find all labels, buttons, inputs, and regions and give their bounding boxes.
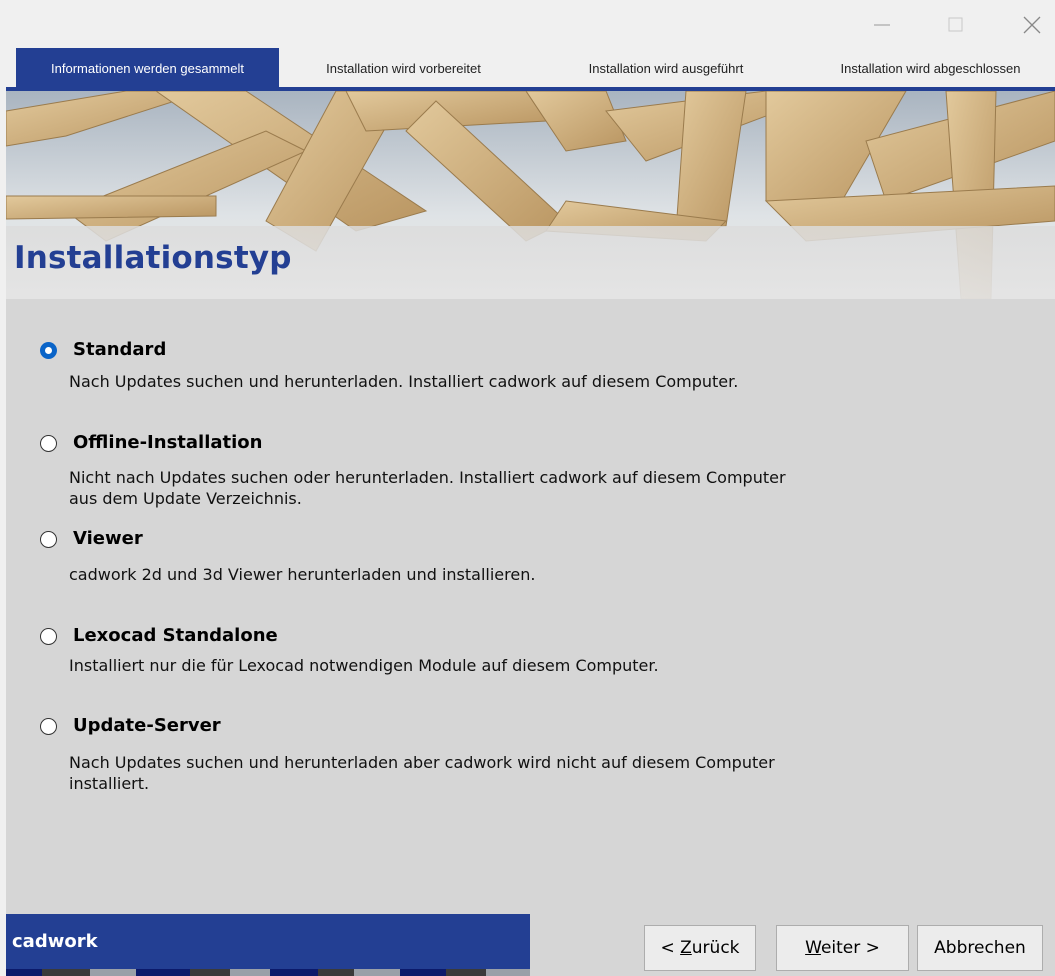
stripe-segment bbox=[136, 969, 190, 976]
title-bar bbox=[6, 0, 1055, 48]
cancel-button[interactable]: Abbrechen bbox=[917, 925, 1043, 971]
radio-lexocad-standalone[interactable] bbox=[40, 628, 57, 645]
option-description: Installiert nur die für Lexocad notwendi… bbox=[69, 656, 659, 675]
close-button[interactable] bbox=[1009, 8, 1055, 42]
installer-window: Informationen werden gesammelt Installat… bbox=[6, 0, 1055, 976]
close-icon bbox=[1023, 16, 1041, 34]
step-preparing: Installation wird vorbereitet bbox=[326, 61, 481, 76]
option-description: Nach Updates suchen und herunterladen. I… bbox=[69, 372, 739, 391]
stripe-segment bbox=[318, 969, 354, 976]
minimize-icon bbox=[874, 24, 890, 26]
radio-viewer[interactable] bbox=[40, 531, 57, 548]
option-label: Lexocad Standalone bbox=[73, 625, 278, 646]
stripe-segment bbox=[270, 969, 318, 976]
stripe-segment bbox=[90, 969, 136, 976]
option-description: cadwork 2d und 3d Viewer herunterladen u… bbox=[69, 565, 536, 584]
stripe-segment bbox=[190, 969, 230, 976]
stripe-segment bbox=[400, 969, 446, 976]
brand-name: cadwork bbox=[12, 931, 98, 952]
maximize-icon bbox=[948, 17, 963, 32]
back-mnemonic: Z bbox=[680, 938, 692, 958]
stripe-segment bbox=[446, 969, 486, 976]
minimize-button[interactable] bbox=[859, 8, 905, 42]
option-label: Offline-Installation bbox=[73, 432, 263, 453]
stripe-segment bbox=[6, 969, 42, 976]
back-label-rest: urück bbox=[691, 938, 740, 958]
step-gathering-info: Informationen werden gesammelt bbox=[16, 48, 279, 88]
option-label: Viewer bbox=[73, 528, 143, 549]
option-label: Standard bbox=[73, 339, 167, 360]
step-installing: Installation wird ausgeführt bbox=[588, 61, 744, 76]
stripe-segment bbox=[42, 969, 90, 976]
stripe-segment bbox=[486, 969, 530, 976]
radio-standard[interactable] bbox=[40, 342, 57, 359]
progress-steps: Informationen werden gesammelt Installat… bbox=[6, 48, 1055, 88]
next-button[interactable]: Weiter > bbox=[776, 925, 909, 971]
step-finishing: Installation wird abgeschlossen bbox=[840, 61, 1021, 76]
stripe-segment bbox=[354, 969, 400, 976]
back-prefix: < bbox=[660, 938, 681, 958]
page-title: Installationstyp bbox=[14, 240, 292, 276]
brand-bar: cadwork bbox=[6, 914, 530, 976]
maximize-button[interactable] bbox=[933, 8, 979, 42]
stripe-segment bbox=[230, 969, 270, 976]
installation-type-options: Standard Nach Updates suchen und herunte… bbox=[6, 299, 1055, 824]
option-description: Nicht nach Updates suchen oder herunterl… bbox=[69, 468, 786, 508]
option-label: Update-Server bbox=[73, 715, 221, 736]
option-description: Nach Updates suchen und herunterladen ab… bbox=[69, 753, 775, 793]
radio-update-server[interactable] bbox=[40, 718, 57, 735]
back-button[interactable]: < Zurück bbox=[644, 925, 756, 971]
next-label-rest: eiter > bbox=[820, 938, 880, 958]
next-mnemonic: W bbox=[805, 938, 821, 958]
radio-offline-installation[interactable] bbox=[40, 435, 57, 452]
